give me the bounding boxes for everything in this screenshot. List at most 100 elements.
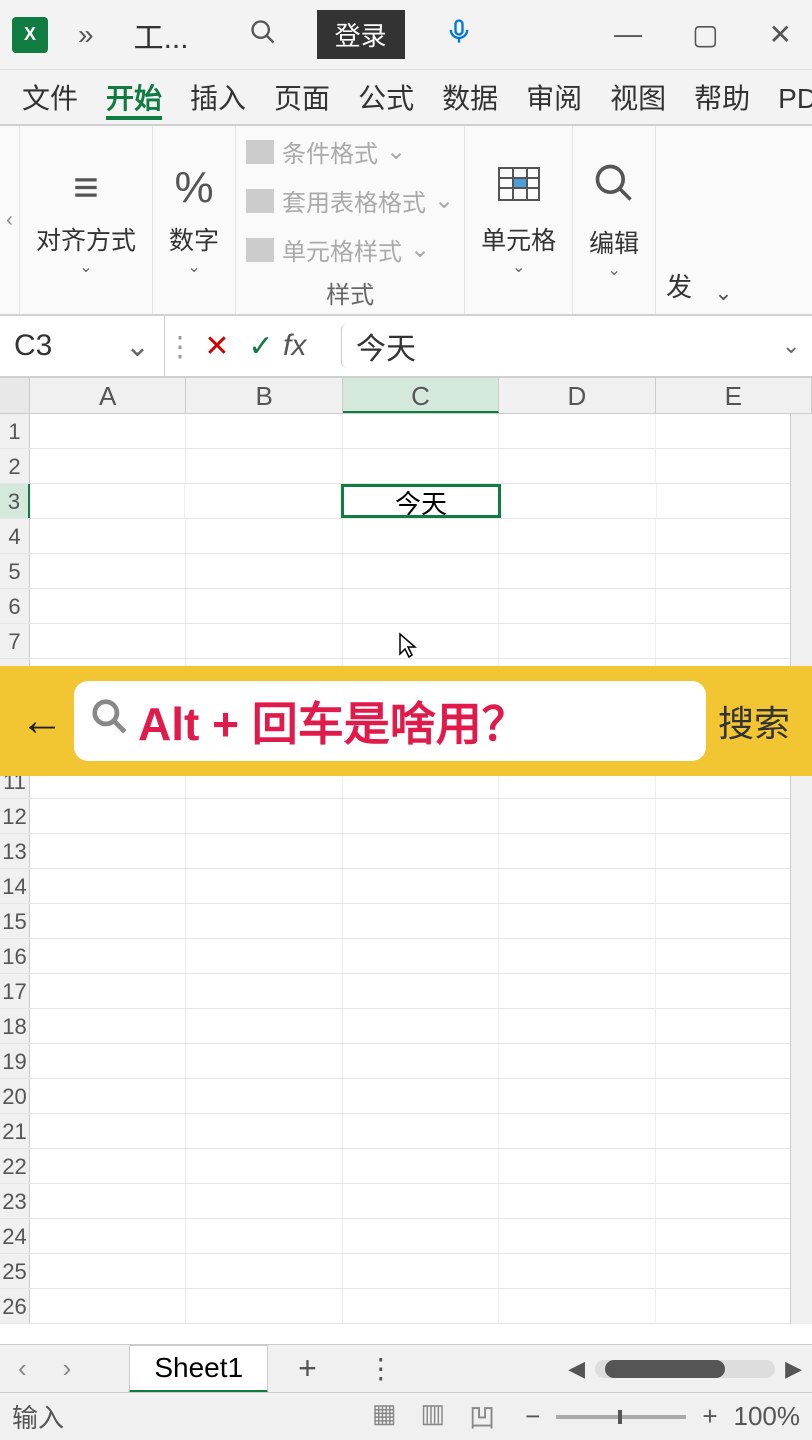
cell[interactable] <box>656 1079 812 1113</box>
cell[interactable] <box>343 1114 499 1148</box>
col-header-d[interactable]: D <box>499 378 655 413</box>
cell[interactable] <box>499 939 655 973</box>
cell[interactable] <box>499 449 655 483</box>
cell[interactable] <box>499 974 655 1008</box>
row-header[interactable]: 13 <box>0 834 30 868</box>
cell[interactable] <box>656 554 812 588</box>
cell[interactable] <box>656 1149 812 1183</box>
search-field[interactable]: Alt + 回车是啥用？ <box>74 681 706 761</box>
enter-button[interactable]: ✓ <box>239 329 283 364</box>
cell[interactable] <box>186 904 342 938</box>
sheet-tab[interactable]: Sheet1 <box>129 1345 268 1393</box>
cell[interactable] <box>30 1184 186 1218</box>
cell[interactable] <box>30 904 186 938</box>
cell[interactable] <box>499 1254 655 1288</box>
cell[interactable] <box>343 554 499 588</box>
row-header[interactable]: 3 <box>0 484 30 518</box>
chevron-down-icon[interactable]: ⌄ <box>125 329 150 364</box>
row-header[interactable]: 4 <box>0 519 30 553</box>
row-header[interactable]: 1 <box>0 414 30 448</box>
col-header-e[interactable]: E <box>656 378 812 413</box>
cell[interactable] <box>343 1009 499 1043</box>
tab-formulas[interactable]: 公式 <box>344 69 428 125</box>
cell[interactable] <box>499 834 655 868</box>
cell[interactable] <box>499 1114 655 1148</box>
cell[interactable] <box>186 834 342 868</box>
ribbon-collapse-button[interactable]: ⌄ <box>702 272 744 314</box>
cell[interactable] <box>343 1079 499 1113</box>
cell[interactable] <box>30 414 186 448</box>
row-header[interactable]: 6 <box>0 589 30 623</box>
cell[interactable] <box>30 554 186 588</box>
cell[interactable] <box>499 519 655 553</box>
cell[interactable] <box>30 1114 186 1148</box>
login-button[interactable]: 登录 <box>317 10 405 59</box>
row-header[interactable]: 15 <box>0 904 30 938</box>
cell[interactable] <box>343 1149 499 1183</box>
cell[interactable] <box>186 1009 342 1043</box>
cell[interactable] <box>186 624 342 658</box>
tab-file[interactable]: 文件 <box>8 69 92 125</box>
cell[interactable] <box>186 519 342 553</box>
hscroll-right[interactable]: ▶ <box>785 1356 802 1382</box>
cell[interactable] <box>656 1289 812 1323</box>
horizontal-scrollbar[interactable] <box>595 1360 775 1378</box>
ribbon-prev-group[interactable]: ‹ <box>0 126 20 314</box>
cell[interactable] <box>499 414 655 448</box>
cell[interactable] <box>186 1219 342 1253</box>
cell[interactable] <box>343 904 499 938</box>
format-as-table-button[interactable]: 套用表格格式⌄ <box>246 183 454 218</box>
cell[interactable] <box>30 449 186 483</box>
cell[interactable] <box>656 519 812 553</box>
row-header[interactable]: 18 <box>0 1009 30 1043</box>
row-header[interactable]: 7 <box>0 624 30 658</box>
tab-review[interactable]: 审阅 <box>512 69 596 125</box>
expand-formula-bar-button[interactable]: ⌄ <box>782 333 812 359</box>
document-title[interactable]: 工... <box>134 13 189 57</box>
cell[interactable] <box>186 449 342 483</box>
cell[interactable] <box>343 1289 499 1323</box>
cell[interactable] <box>501 484 656 518</box>
cell[interactable] <box>186 589 342 623</box>
search-button[interactable]: 搜索 <box>706 695 802 747</box>
cell[interactable] <box>343 449 499 483</box>
name-box[interactable]: C3 ⌄ <box>0 316 165 376</box>
row-header[interactable]: 17 <box>0 974 30 1008</box>
cell[interactable] <box>30 834 186 868</box>
cell[interactable] <box>30 624 186 658</box>
sheet-nav-next[interactable]: › <box>45 1353 90 1384</box>
cell[interactable] <box>343 834 499 868</box>
fx-button[interactable]: fx <box>283 329 333 363</box>
row-header[interactable]: 22 <box>0 1149 30 1183</box>
cell[interactable] <box>499 799 655 833</box>
col-header-c[interactable]: C <box>343 378 499 413</box>
cell[interactable] <box>30 1219 186 1253</box>
zoom-out-button[interactable]: − <box>525 1401 540 1432</box>
cell[interactable] <box>499 624 655 658</box>
cell[interactable] <box>499 1149 655 1183</box>
tab-insert[interactable]: 插入 <box>176 69 260 125</box>
sheet-nav-prev[interactable]: ‹ <box>0 1353 45 1384</box>
cell[interactable] <box>499 589 655 623</box>
cell[interactable] <box>499 1289 655 1323</box>
row-header[interactable]: 24 <box>0 1219 30 1253</box>
row-header[interactable]: 21 <box>0 1114 30 1148</box>
hscroll-left[interactable]: ◀ <box>568 1356 585 1382</box>
cell[interactable] <box>343 974 499 1008</box>
cell[interactable] <box>656 1219 812 1253</box>
cell[interactable] <box>656 414 812 448</box>
cell[interactable] <box>186 1289 342 1323</box>
row-header[interactable]: 20 <box>0 1079 30 1113</box>
select-all-button[interactable] <box>0 378 30 413</box>
row-header[interactable]: 16 <box>0 939 30 973</box>
tab-view[interactable]: 视图 <box>596 69 680 125</box>
cell[interactable] <box>30 1079 186 1113</box>
cell[interactable] <box>656 869 812 903</box>
cell[interactable] <box>499 1044 655 1078</box>
row-header[interactable]: 12 <box>0 799 30 833</box>
tab-help[interactable]: 帮助 <box>680 69 764 125</box>
cancel-button[interactable]: ✕ <box>195 329 239 364</box>
zoom-level[interactable]: 100% <box>734 1401 801 1432</box>
quick-access-overflow-icon[interactable]: » <box>78 19 94 51</box>
ribbon-group-alignment[interactable]: ≡ 对齐方式 ⌄ <box>20 126 153 314</box>
